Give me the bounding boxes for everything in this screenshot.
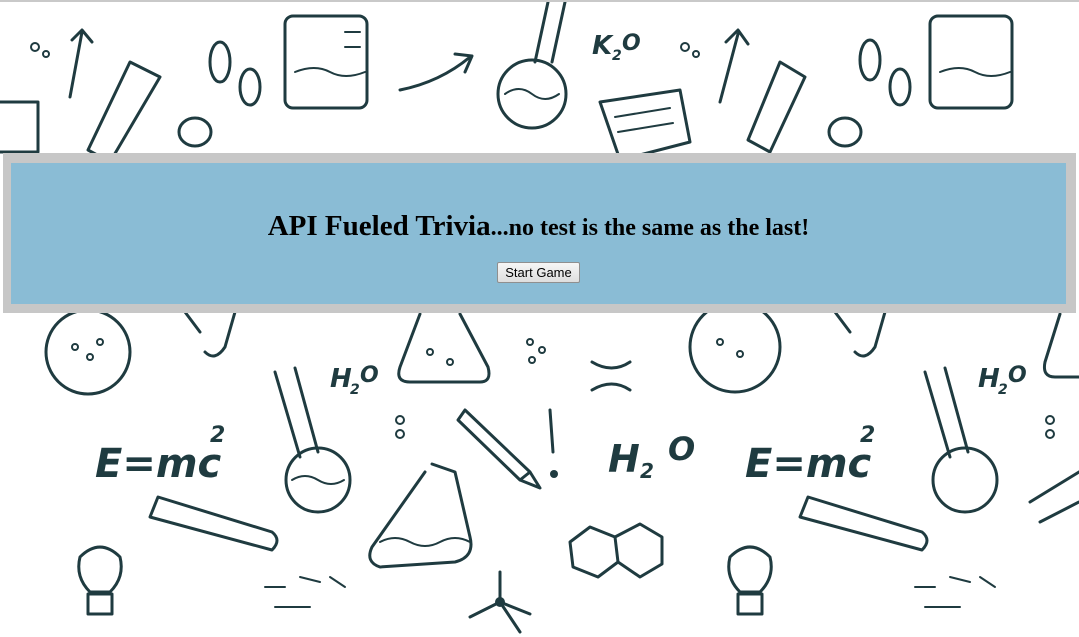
water-big-formula: H	[608, 437, 640, 481]
flask-icon	[283, 14, 369, 110]
water-formula-subscript: 2	[350, 382, 360, 398]
energy-equation: E=mc	[95, 441, 222, 487]
bubbles-icon-2	[395, 338, 1055, 439]
energy-equation-2: E=mc	[745, 441, 872, 487]
energy-equation-exp: 2	[210, 423, 225, 448]
start-game-button[interactable]: Start Game	[497, 262, 580, 283]
molecule-icon	[468, 522, 664, 634]
chemical-structure-icon	[264, 576, 996, 608]
water-formula-2-end: O	[1008, 363, 1027, 388]
lightbulb-icon	[77, 545, 773, 616]
paper-sheet-icon	[0, 88, 692, 162]
arrow-icon	[68, 28, 750, 104]
cell-icon	[177, 38, 912, 148]
cone-flask-icon	[397, 312, 1079, 384]
conical-flask-icon	[368, 462, 473, 569]
page-title: API Fueled Trivia...no test is the same …	[11, 207, 1066, 245]
dna-icon	[590, 360, 632, 392]
hero-panel: API Fueled Trivia...no test is the same …	[11, 163, 1066, 304]
water-big-end: O	[668, 430, 695, 468]
water-big-subscript: 2	[640, 459, 654, 483]
beaker-icon	[928, 14, 1014, 110]
science-doodle-background: K 2 O H 2 O H 2 O E=mc 2 E=mc 2 H 2 O	[0, 2, 1079, 637]
water-formula: H	[330, 364, 352, 394]
app-tagline: ...no test is the same as the last!	[490, 215, 810, 241]
app-title: API Fueled Trivia	[267, 210, 491, 242]
formula-text: K	[592, 31, 614, 61]
pencil-icon	[456, 408, 558, 490]
energy-equation-2-exp: 2	[860, 423, 875, 448]
formula-text-end: O	[622, 31, 641, 56]
water-formula-2: H	[978, 364, 1000, 394]
formula-subscript: 2	[612, 48, 622, 64]
water-formula-end: O	[360, 363, 379, 388]
water-formula-2-subscript: 2	[998, 382, 1008, 398]
round-flask-icon-2	[44, 300, 782, 396]
round-flask-icon	[496, 2, 568, 130]
